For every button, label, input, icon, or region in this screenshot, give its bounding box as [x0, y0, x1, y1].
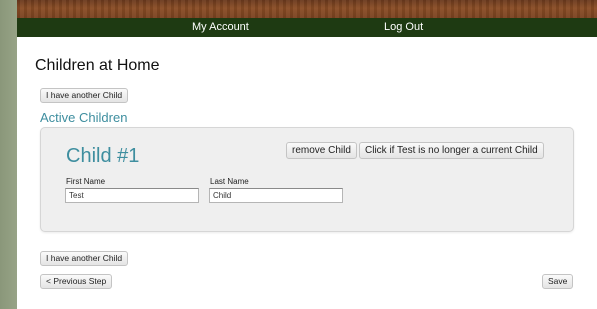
last-name-input[interactable]	[209, 188, 343, 203]
child-card: Child #1 remove Child Click if Test is n…	[40, 127, 574, 232]
nav-log-out-link[interactable]: Log Out	[384, 18, 423, 37]
active-children-heading: Active Children	[40, 110, 128, 125]
main-content: Children at Home I have another Child Ac…	[17, 37, 597, 309]
child-title: Child #1	[66, 145, 140, 167]
save-button[interactable]: Save	[542, 274, 574, 289]
previous-step-button[interactable]: < Previous Step	[40, 274, 113, 289]
last-name-label: Last Name	[210, 177, 249, 186]
remove-child-button[interactable]: remove Child	[286, 142, 357, 159]
nav-my-account-link[interactable]: My Account	[192, 18, 249, 37]
header-banner	[17, 0, 597, 18]
first-name-label: First Name	[66, 177, 106, 186]
add-child-button-top[interactable]: I have another Child	[40, 88, 129, 103]
page-title: Children at Home	[35, 57, 160, 74]
side-background	[0, 0, 17, 309]
first-name-input[interactable]	[65, 188, 199, 203]
top-navbar: My Account Log Out	[17, 18, 597, 37]
not-current-child-button[interactable]: Click if Test is no longer a current Chi…	[359, 142, 544, 159]
add-child-button-bottom[interactable]: I have another Child	[40, 251, 129, 266]
